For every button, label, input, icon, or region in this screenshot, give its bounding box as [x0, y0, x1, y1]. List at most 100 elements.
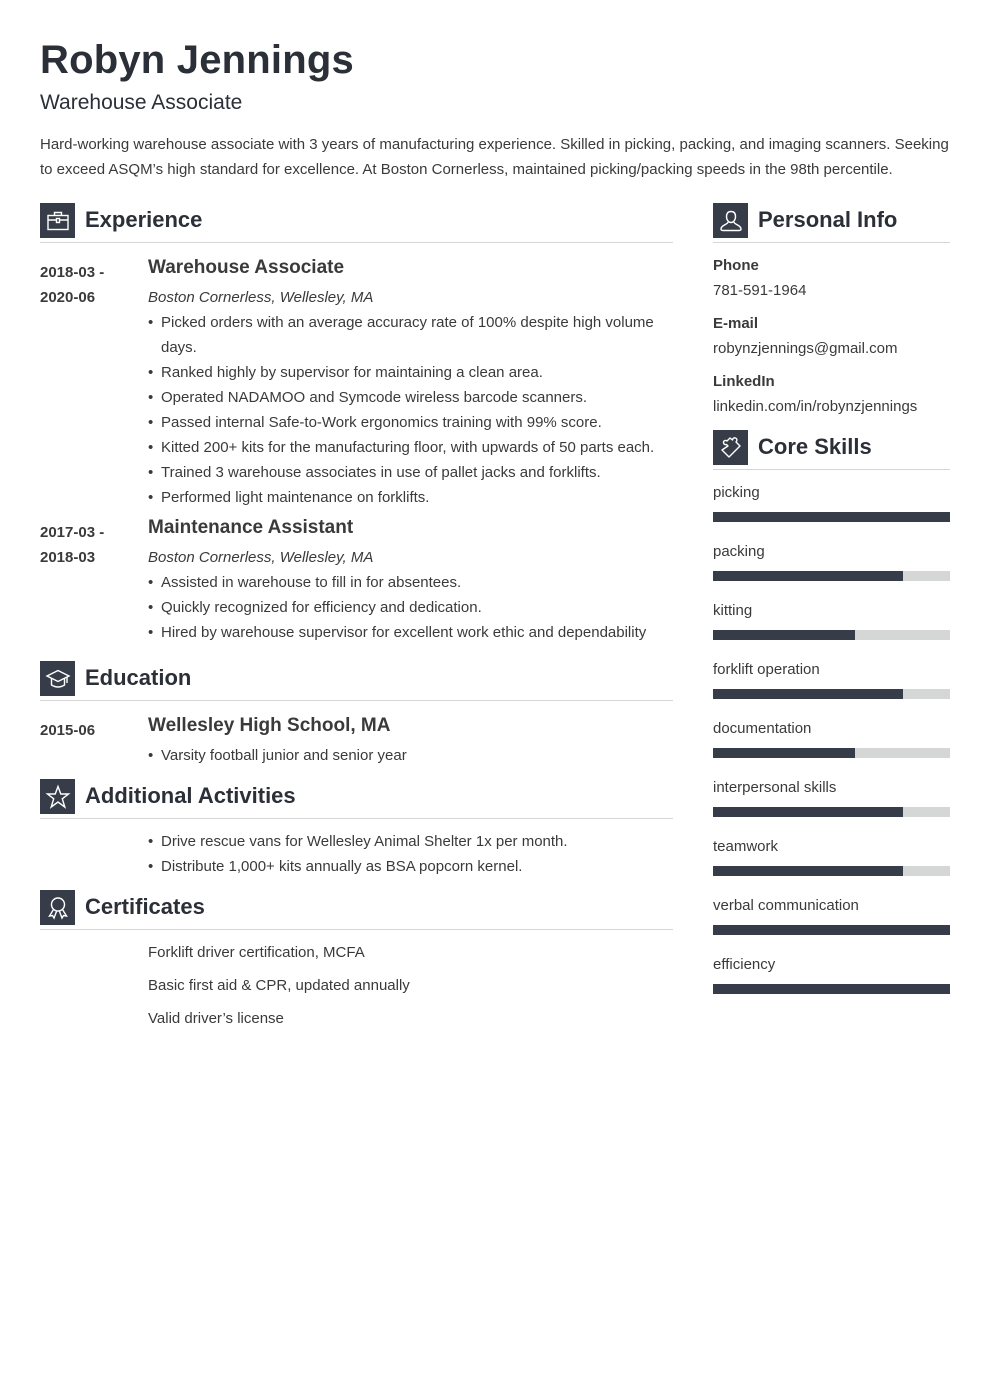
user-icon — [713, 203, 748, 238]
linkedin-label: LinkedIn — [713, 373, 775, 390]
email-value[interactable]: robynzjennings@gmail.com — [713, 336, 950, 361]
entry-body: Wellesley High School, MA Varsity footba… — [148, 715, 673, 768]
personal-info-list: Phone 781-591-1964 E-mail robynzjennings… — [713, 253, 950, 427]
skill-name: teamwork — [713, 838, 779, 855]
skill-item: packing — [713, 539, 950, 581]
skill-level-bar — [713, 571, 950, 581]
skill-name: kitting — [713, 602, 753, 619]
skill-level-fill — [713, 512, 950, 522]
skill-level-bar — [713, 807, 950, 817]
bullet-item: Trained 3 warehouse associates in use of… — [148, 460, 673, 485]
skill-item: kitting — [713, 598, 950, 640]
phone-value: 781-591-1964 — [713, 282, 807, 299]
entry-body: Drive rescue vans for Wellesley Animal S… — [148, 829, 673, 879]
date-start: 2018-03 - — [40, 264, 105, 281]
linkedin-value[interactable]: linkedin.com/in/robynzjennings — [713, 394, 950, 419]
skill-level-bar — [713, 689, 950, 699]
candidate-name: Robyn Jennings — [40, 38, 354, 82]
bullet-item: Passed internal Safe-to-Work ergonomics … — [148, 410, 673, 435]
skill-item: efficiency — [713, 952, 950, 994]
entry-date: 2017-03 - 2018-03 — [40, 520, 140, 570]
bullet-item: Drive rescue vans for Wellesley Animal S… — [148, 829, 673, 854]
candidate-headline: Warehouse Associate — [40, 91, 243, 114]
puzzle-piece-icon — [713, 430, 748, 465]
bullet-item: Picked orders with an average accuracy r… — [148, 310, 673, 360]
skill-level-fill — [713, 984, 950, 994]
bullet-item: Varsity football junior and senior year — [148, 743, 673, 768]
skill-level-fill — [713, 925, 950, 935]
date-start: 2017-03 - — [40, 524, 105, 541]
education-section-header: Education — [40, 661, 673, 701]
skill-name: forklift operation — [713, 661, 820, 678]
job-employer: Boston Cornerless, Wellesley, MA — [148, 289, 374, 306]
phone-label: Phone — [713, 257, 759, 274]
skill-level-fill — [713, 630, 856, 640]
email-label: E-mail — [713, 315, 759, 332]
summary: Hard-working warehouse associate with 3 … — [40, 136, 949, 178]
bullet-item: Assisted in warehouse to fill in for abs… — [148, 570, 673, 595]
job-bullets: Picked orders with an average accuracy r… — [148, 310, 673, 510]
certificate-item: Basic first aid & CPR, updated annually — [148, 977, 410, 994]
certificate-item: Valid driver’s license — [148, 1010, 284, 1027]
activities-section-header: Additional Activities — [40, 779, 673, 819]
skill-name: interpersonal skills — [713, 779, 837, 796]
bullet-item: Hired by warehouse supervisor for excell… — [148, 620, 673, 645]
education-title: Education — [85, 665, 192, 690]
briefcase-icon — [40, 203, 75, 238]
skill-name: verbal communication — [713, 897, 859, 914]
activities-bullets: Drive rescue vans for Wellesley Animal S… — [148, 829, 673, 879]
skill-level-bar — [713, 630, 950, 640]
skill-name: documentation — [713, 720, 812, 737]
skill-item: teamwork — [713, 834, 950, 876]
bullet-item: Quickly recognized for efficiency and de… — [148, 595, 673, 620]
award-ribbon-icon — [40, 890, 75, 925]
skill-level-fill — [713, 748, 856, 758]
certificates-section-header: Certificates — [40, 890, 673, 930]
certificates-title: Certificates — [85, 894, 205, 919]
personal-info-title: Personal Info — [758, 207, 898, 232]
job-bullets: Assisted in warehouse to fill in for abs… — [148, 570, 673, 645]
bullet-item: Ranked highly by supervisor for maintain… — [148, 360, 673, 385]
skill-item: verbal communication — [713, 893, 950, 935]
skill-name: packing — [713, 543, 765, 560]
skill-level-bar — [713, 866, 950, 876]
bullet-item: Performed light maintenance on forklifts… — [148, 485, 673, 510]
entry-date: 2018-03 - 2020-06 — [40, 260, 140, 310]
bullet-item: Kitted 200+ kits for the manufacturing f… — [148, 435, 673, 460]
skill-item: picking — [713, 480, 950, 522]
graduation-cap-icon — [40, 661, 75, 696]
entry-body: Forklift driver certification, MCFA Basi… — [148, 940, 673, 1039]
school-name: Wellesley High School, MA — [148, 715, 391, 736]
skill-name: efficiency — [713, 956, 776, 973]
activities-title: Additional Activities — [85, 783, 296, 808]
job-employer: Boston Cornerless, Wellesley, MA — [148, 549, 374, 566]
skill-level-bar — [713, 748, 950, 758]
skill-name: picking — [713, 484, 760, 501]
entry-date: 2015-06 — [40, 722, 96, 739]
date-end: 2018-03 — [40, 549, 96, 566]
skill-item: interpersonal skills — [713, 775, 950, 817]
experience-section-header: Experience — [40, 203, 673, 243]
skills-title: Core Skills — [758, 434, 872, 459]
bullet-item: Operated NADAMOO and Symcode wireless ba… — [148, 385, 673, 410]
skill-level-fill — [713, 689, 903, 699]
star-icon — [40, 779, 75, 814]
entry-body: Warehouse Associate Boston Cornerless, W… — [148, 257, 673, 510]
certificate-item: Forklift driver certification, MCFA — [148, 944, 365, 961]
skill-level-bar — [713, 512, 950, 522]
skill-level-bar — [713, 925, 950, 935]
entry-body: Maintenance Assistant Boston Cornerless,… — [148, 517, 673, 645]
education-bullets: Varsity football junior and senior year — [148, 743, 673, 768]
skill-level-fill — [713, 807, 903, 817]
skill-item: documentation — [713, 716, 950, 758]
skill-level-fill — [713, 866, 903, 876]
bullet-item: Distribute 1,000+ kits annually as BSA p… — [148, 854, 673, 879]
skill-item: forklift operation — [713, 657, 950, 699]
personal-info-section-header: Personal Info — [713, 203, 950, 243]
job-title: Maintenance Assistant — [148, 517, 354, 538]
skills-section-header: Core Skills — [713, 430, 950, 470]
experience-title: Experience — [85, 207, 203, 232]
skill-level-bar — [713, 984, 950, 994]
job-title: Warehouse Associate — [148, 257, 345, 278]
date-end: 2020-06 — [40, 289, 96, 306]
